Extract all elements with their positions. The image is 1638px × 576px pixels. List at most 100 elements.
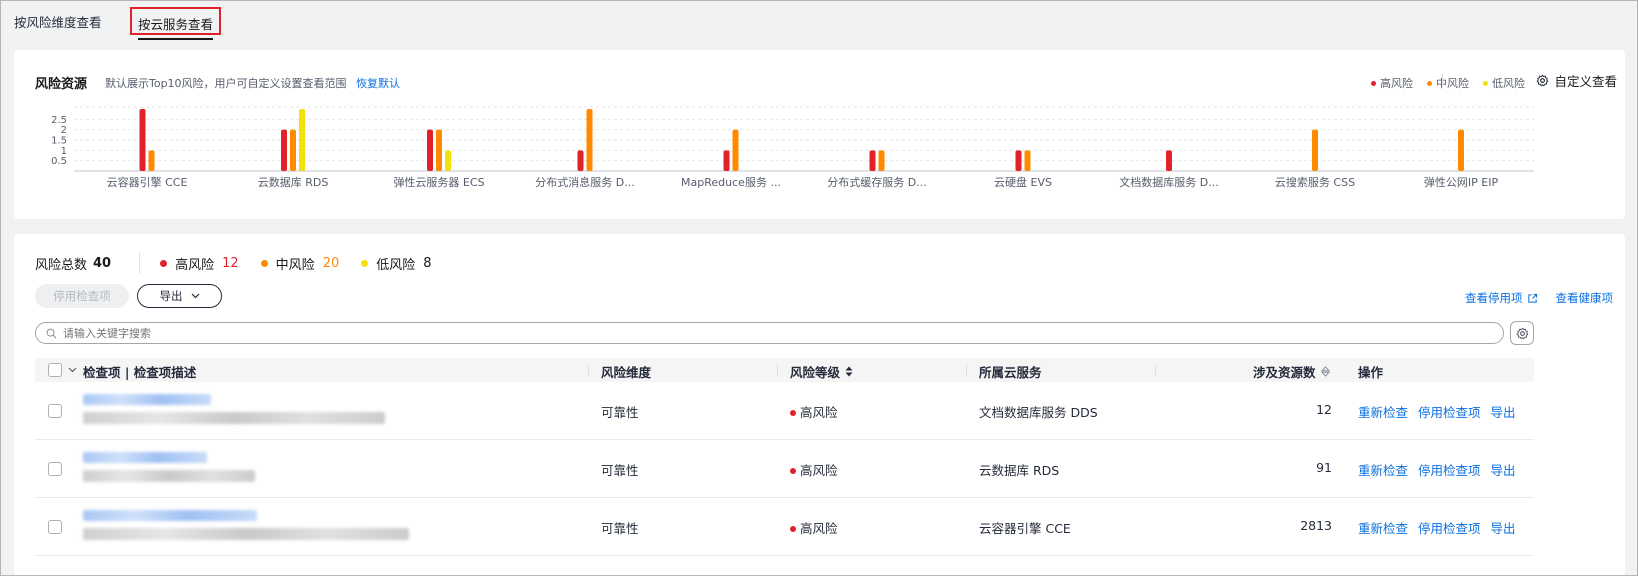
bar-0-高风险[interactable]: [139, 109, 146, 171]
external-link-icon: [1527, 293, 1537, 303]
row-level: 高风险: [790, 402, 838, 421]
bar-0-中风险[interactable]: [148, 150, 155, 171]
row-checkbox[interactable]: [48, 404, 62, 418]
y-tick-label: 0.5: [51, 156, 67, 167]
check-item-link-redacted[interactable]: [83, 452, 207, 463]
risk-summary: 风险总数 40 高风险 12 中风险 20 低风险 8: [35, 252, 454, 274]
active-tab-underline: [138, 38, 214, 40]
row-resource-count: 2813: [1300, 518, 1332, 533]
select-all-checkbox[interactable]: [48, 363, 62, 377]
row-level: 高风险: [790, 460, 838, 479]
risk-resources-title: 风险资源: [35, 77, 88, 92]
summary-low: 低风险 8: [361, 254, 432, 273]
summary-mid-label: 中风险: [275, 257, 315, 273]
col-header-dimension: 风险维度: [601, 365, 652, 380]
bar-8-中风险[interactable]: [1312, 129, 1318, 171]
restore-default-link[interactable]: 恢复默认: [356, 77, 400, 90]
row-dimension: 可靠性: [601, 405, 639, 420]
legend-high[interactable]: 高风险: [1371, 75, 1413, 91]
x-tick-label: 云硬盘 EVS: [994, 175, 1052, 189]
search-icon: [46, 328, 57, 338]
x-tick-label: 云容器引擎 CCE: [107, 175, 188, 189]
bar-1-中风险[interactable]: [290, 129, 296, 171]
custom-view-label: 自定义查看: [1554, 74, 1617, 89]
bar-3-高风险[interactable]: [577, 150, 584, 171]
export-label: 导出: [159, 289, 183, 303]
view-healthy-items-link[interactable]: 查看健康项: [1556, 290, 1614, 306]
x-tick-label: 分布式缓存服务 D...: [827, 175, 926, 189]
col-header-ops: 操作: [1358, 365, 1384, 380]
bar-6-高风险[interactable]: [1015, 150, 1022, 171]
recheck-link[interactable]: 重新检查: [1358, 518, 1408, 537]
bar-1-低风险[interactable]: [299, 109, 305, 171]
col-header-resources[interactable]: 涉及资源数: [1253, 362, 1330, 381]
custom-view-button[interactable]: 自定义查看: [1536, 71, 1617, 90]
legend-mid-label: 中风险: [1436, 77, 1469, 90]
legend-mid[interactable]: 中风险: [1427, 75, 1469, 91]
export-link[interactable]: 导出: [1491, 402, 1516, 421]
view-disabled-items-link[interactable]: 查看停用项: [1465, 290, 1538, 306]
summary-low-count: 8: [423, 255, 432, 271]
disable-check-link[interactable]: 停用检查项: [1418, 518, 1481, 537]
recheck-link[interactable]: 重新检查: [1358, 402, 1408, 421]
disable-check-link[interactable]: 停用检查项: [1418, 460, 1481, 479]
row-service: 文档数据库服务 DDS: [979, 405, 1098, 420]
bar-2-中风险[interactable]: [436, 129, 442, 171]
tab-by-risk-dimension[interactable]: 按风险维度查看: [14, 12, 102, 31]
export-link[interactable]: 导出: [1491, 518, 1516, 537]
x-tick-label: 云数据库 RDS: [258, 175, 329, 189]
sort-icon: [845, 366, 853, 377]
row-level: 高风险: [790, 518, 838, 537]
chart-legend: 高风险 中风险 低风险: [1371, 75, 1525, 91]
col-divider: [588, 364, 589, 376]
low-risk-dot-icon: [361, 259, 369, 267]
bar-4-高风险[interactable]: [723, 150, 730, 171]
chevron-down-icon: [191, 293, 199, 299]
x-tick-label: 文档数据库服务 D...: [1119, 175, 1218, 189]
summary-mid: 中风险 20: [260, 254, 340, 273]
mid-risk-dot-icon: [260, 259, 268, 267]
x-tick-label: MapReduce服务 ...: [681, 176, 781, 189]
export-link[interactable]: 导出: [1491, 460, 1516, 479]
bar-6-中风险[interactable]: [1024, 150, 1031, 171]
disable-check-button[interactable]: 停用检查项: [35, 284, 129, 308]
row-checkbox[interactable]: [48, 462, 62, 476]
tab-by-cloud-service[interactable]: 按云服务查看: [130, 7, 222, 40]
high-risk-dot-icon: [790, 526, 796, 532]
row-level-label: 高风险: [800, 405, 838, 420]
bar-5-中风险[interactable]: [878, 150, 885, 171]
row-service: 云数据库 RDS: [979, 463, 1060, 478]
row-checkbox[interactable]: [48, 520, 62, 534]
check-item-link-redacted[interactable]: [83, 510, 257, 521]
row-dimension: 可靠性: [601, 521, 639, 536]
summary-high-label: 高风险: [175, 257, 215, 273]
legend-low-label: 低风险: [1492, 77, 1525, 90]
bar-1-高风险[interactable]: [281, 129, 287, 171]
bar-3-中风险[interactable]: [586, 109, 593, 171]
row-ops: 重新检查 停用检查项 导出: [1358, 518, 1516, 537]
summary-low-label: 低风险: [376, 257, 416, 273]
x-tick-label: 分布式消息服务 D...: [535, 175, 634, 189]
low-risk-dot-icon: [1483, 80, 1488, 86]
disable-check-link[interactable]: 停用检查项: [1418, 402, 1481, 421]
search-input[interactable]: [63, 326, 1463, 340]
table-row: 可靠性 高风险 云容器引擎 CCE 2813 重新检查 停用检查项 导出: [35, 498, 1534, 556]
row-dimension: 可靠性: [601, 463, 639, 478]
recheck-link[interactable]: 重新检查: [1358, 460, 1408, 479]
row-service: 云容器引擎 CCE: [979, 521, 1071, 536]
mid-risk-dot-icon: [1427, 80, 1432, 86]
table-settings-button[interactable]: [1510, 321, 1534, 345]
bar-4-中风险[interactable]: [732, 129, 739, 171]
bar-2-高风险[interactable]: [427, 129, 433, 171]
export-dropdown-button[interactable]: 导出: [137, 284, 222, 308]
bar-2-低风险[interactable]: [445, 150, 451, 171]
check-item-link-redacted[interactable]: [83, 394, 211, 405]
bar-9-中风险[interactable]: [1458, 129, 1464, 171]
bar-7-高风险[interactable]: [1166, 150, 1172, 171]
chevron-down-icon[interactable]: [68, 367, 77, 373]
legend-low[interactable]: 低风险: [1483, 75, 1525, 91]
summary-mid-count: 20: [322, 255, 340, 271]
row-level-label: 高风险: [800, 463, 838, 478]
bar-5-高风险[interactable]: [869, 150, 876, 171]
col-header-level[interactable]: 风险等级: [790, 362, 853, 381]
